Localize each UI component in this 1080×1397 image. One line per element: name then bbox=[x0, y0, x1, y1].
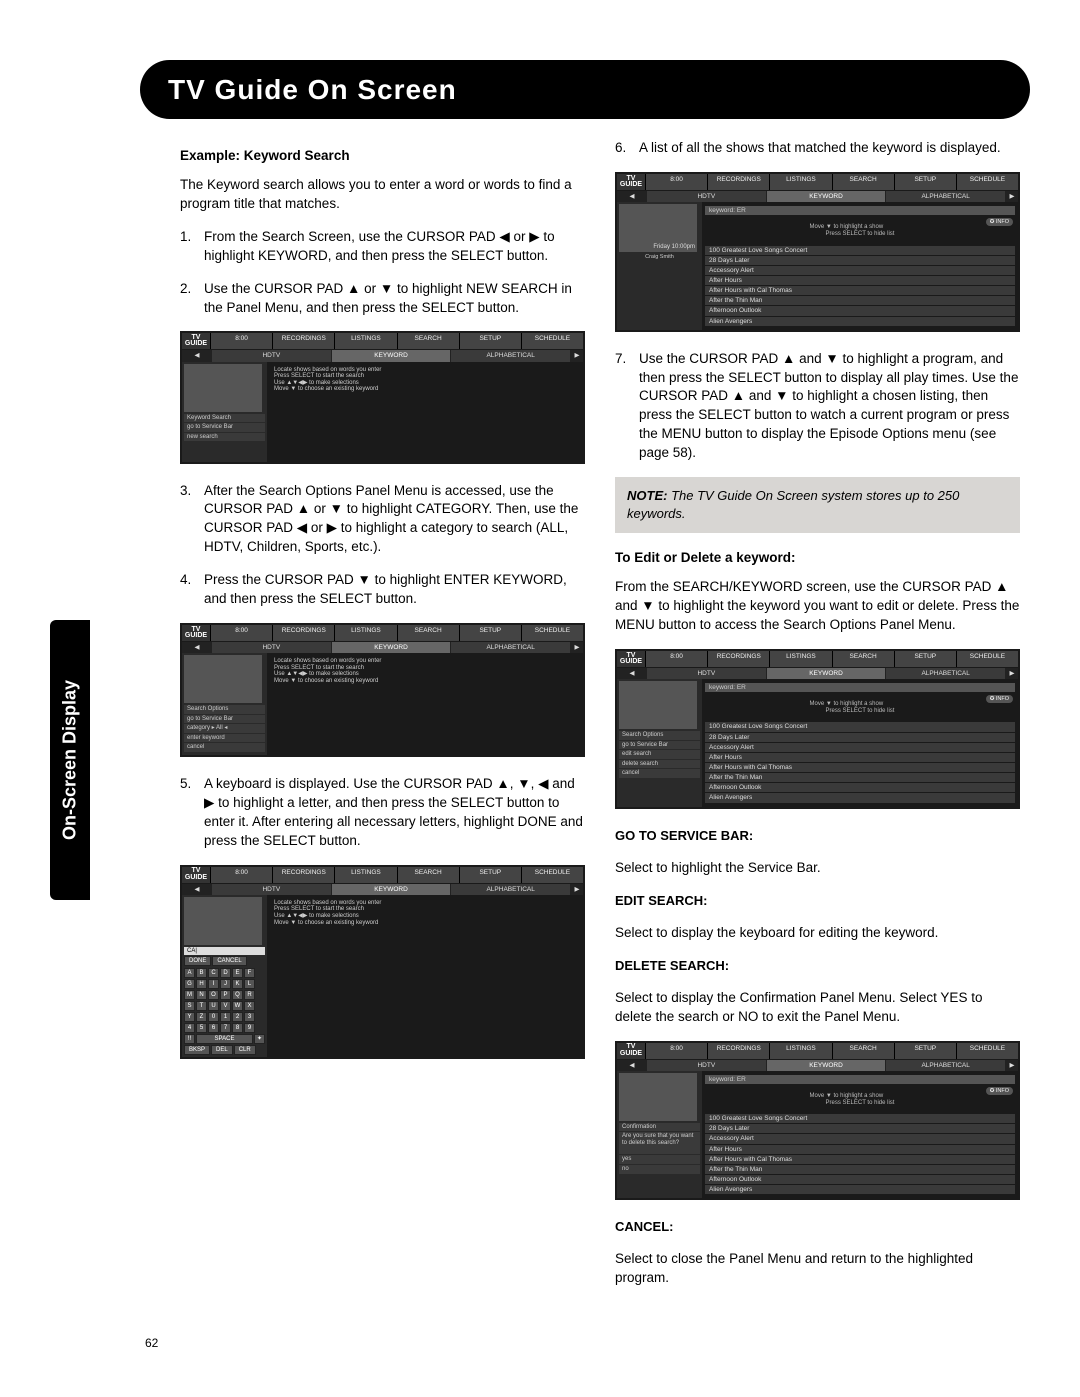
screenshot-edit-delete: TV GUIDE 8:00RECORDINGSLISTINGSSEARCHSET… bbox=[615, 649, 1020, 809]
example-heading: Example: Keyword Search bbox=[180, 147, 585, 166]
intro-paragraph: The Keyword search allows you to enter a… bbox=[180, 176, 585, 214]
side-tab: On-Screen Display bbox=[50, 620, 90, 900]
key-clr: CLR bbox=[234, 1045, 256, 1055]
pip-window bbox=[184, 897, 262, 945]
keyboard-input: CA| bbox=[184, 947, 265, 956]
left-column: Example: Keyword Search The Keyword sear… bbox=[180, 139, 585, 1302]
edit-search-heading: EDIT SEARCH: bbox=[615, 892, 1020, 910]
note-label: NOTE: bbox=[627, 488, 667, 503]
tvguide-logo: TV GUIDE bbox=[182, 625, 210, 641]
screenshot-confirmation: TV GUIDE 8:00RECORDINGSLISTINGSSEARCHSET… bbox=[615, 1041, 1020, 1201]
menu-item: SEARCH bbox=[398, 333, 459, 349]
cancel-text: Select to close the Panel Menu and retur… bbox=[615, 1250, 1020, 1288]
delete-search-text: Select to display the Confirmation Panel… bbox=[615, 989, 1020, 1027]
edit-delete-heading: To Edit or Delete a keyword: bbox=[615, 549, 1020, 568]
key-cancel: CANCEL bbox=[212, 956, 246, 966]
goto-bar-text: Select to highlight the Service Bar. bbox=[615, 859, 1020, 878]
menu-item: LISTINGS bbox=[335, 333, 396, 349]
page-title-bar: TV Guide On Screen bbox=[140, 60, 1030, 119]
info-pill: ✪ INFO bbox=[986, 218, 1013, 226]
edit-delete-paragraph: From the SEARCH/KEYWORD screen, use the … bbox=[615, 578, 1020, 635]
pip-window bbox=[184, 655, 262, 703]
screenshot-results: TV GUIDE 8:00RECORDINGSLISTINGSSEARCHSET… bbox=[615, 172, 1020, 332]
keyboard-grid: ABCDEF GHIJKL MNOPQR STUVWX YZ0123 45678… bbox=[184, 968, 265, 1033]
menu-item: SETUP bbox=[460, 333, 521, 349]
note-text: The TV Guide On Screen system stores up … bbox=[627, 488, 959, 521]
step-6: 6.A list of all the shows that matched t… bbox=[615, 139, 1020, 158]
step-2: 2.Use the CURSOR PAD ▲ or ▼ to highlight… bbox=[180, 280, 585, 318]
step-4: 4.Press the CURSOR PAD ▼ to highlight EN… bbox=[180, 571, 585, 609]
panel-item: go to Service Bar bbox=[184, 423, 265, 432]
step-5: 5.A keyboard is displayed. Use the CURSO… bbox=[180, 775, 585, 851]
page-title: TV Guide On Screen bbox=[168, 70, 1002, 109]
panel-item: Keyword Search bbox=[184, 414, 265, 423]
hint-text: Locate shows based on words you enter Pr… bbox=[270, 365, 580, 395]
sub-tab-active: KEYWORD bbox=[332, 350, 451, 361]
pip-window: Friday 10:00pm bbox=[619, 204, 697, 252]
key-del: DEL bbox=[211, 1045, 233, 1055]
delete-search-heading: DELETE SEARCH: bbox=[615, 957, 1020, 975]
step-7: 7.Use the CURSOR PAD ▲ and ▼ to highligh… bbox=[615, 350, 1020, 463]
panel-item: new search bbox=[184, 433, 265, 442]
menu-item: SCHEDULE bbox=[522, 333, 583, 349]
edit-search-text: Select to display the keyboard for editi… bbox=[615, 924, 1020, 943]
tvguide-logo: TV GUIDE bbox=[182, 333, 210, 349]
goto-bar-heading: GO TO SERVICE BAR: bbox=[615, 827, 1020, 845]
screenshot-keyword-search: TV GUIDE 8:00 RECORDINGS LISTINGS SEARCH… bbox=[180, 331, 585, 463]
key-done: DONE bbox=[184, 956, 211, 966]
result-row: 100 Greatest Love Songs Concert bbox=[705, 246, 1015, 255]
right-column: 6.A list of all the shows that matched t… bbox=[615, 139, 1020, 1302]
cancel-heading: CANCEL: bbox=[615, 1218, 1020, 1236]
hint-text: Move ▼ to highlight a showPress SELECT t… bbox=[705, 216, 1015, 245]
menu-item: RECORDINGS bbox=[273, 333, 334, 349]
page-number: 62 bbox=[145, 1335, 158, 1352]
menu-item: 8:00 bbox=[211, 333, 272, 349]
note-box: NOTE: The TV Guide On Screen system stor… bbox=[615, 477, 1020, 533]
pip-window bbox=[184, 364, 262, 412]
sub-tab: HDTV bbox=[212, 350, 331, 361]
key-space: SPACE bbox=[196, 1034, 253, 1044]
keyword-bar: keyword: ER bbox=[705, 206, 1015, 215]
step-3: 3.After the Search Options Panel Menu is… bbox=[180, 482, 585, 558]
screenshot-search-options: TV GUIDE 8:00RECORDINGSLISTINGSSEARCHSET… bbox=[180, 623, 585, 757]
sub-tab: ALPHABETICAL bbox=[451, 350, 570, 361]
screenshot-keyboard: TV GUIDE 8:00RECORDINGSLISTINGSSEARCHSET… bbox=[180, 865, 585, 1060]
key-bksp: BKSP bbox=[184, 1045, 210, 1055]
step-1: 1.From the Search Screen, use the CURSOR… bbox=[180, 228, 585, 266]
